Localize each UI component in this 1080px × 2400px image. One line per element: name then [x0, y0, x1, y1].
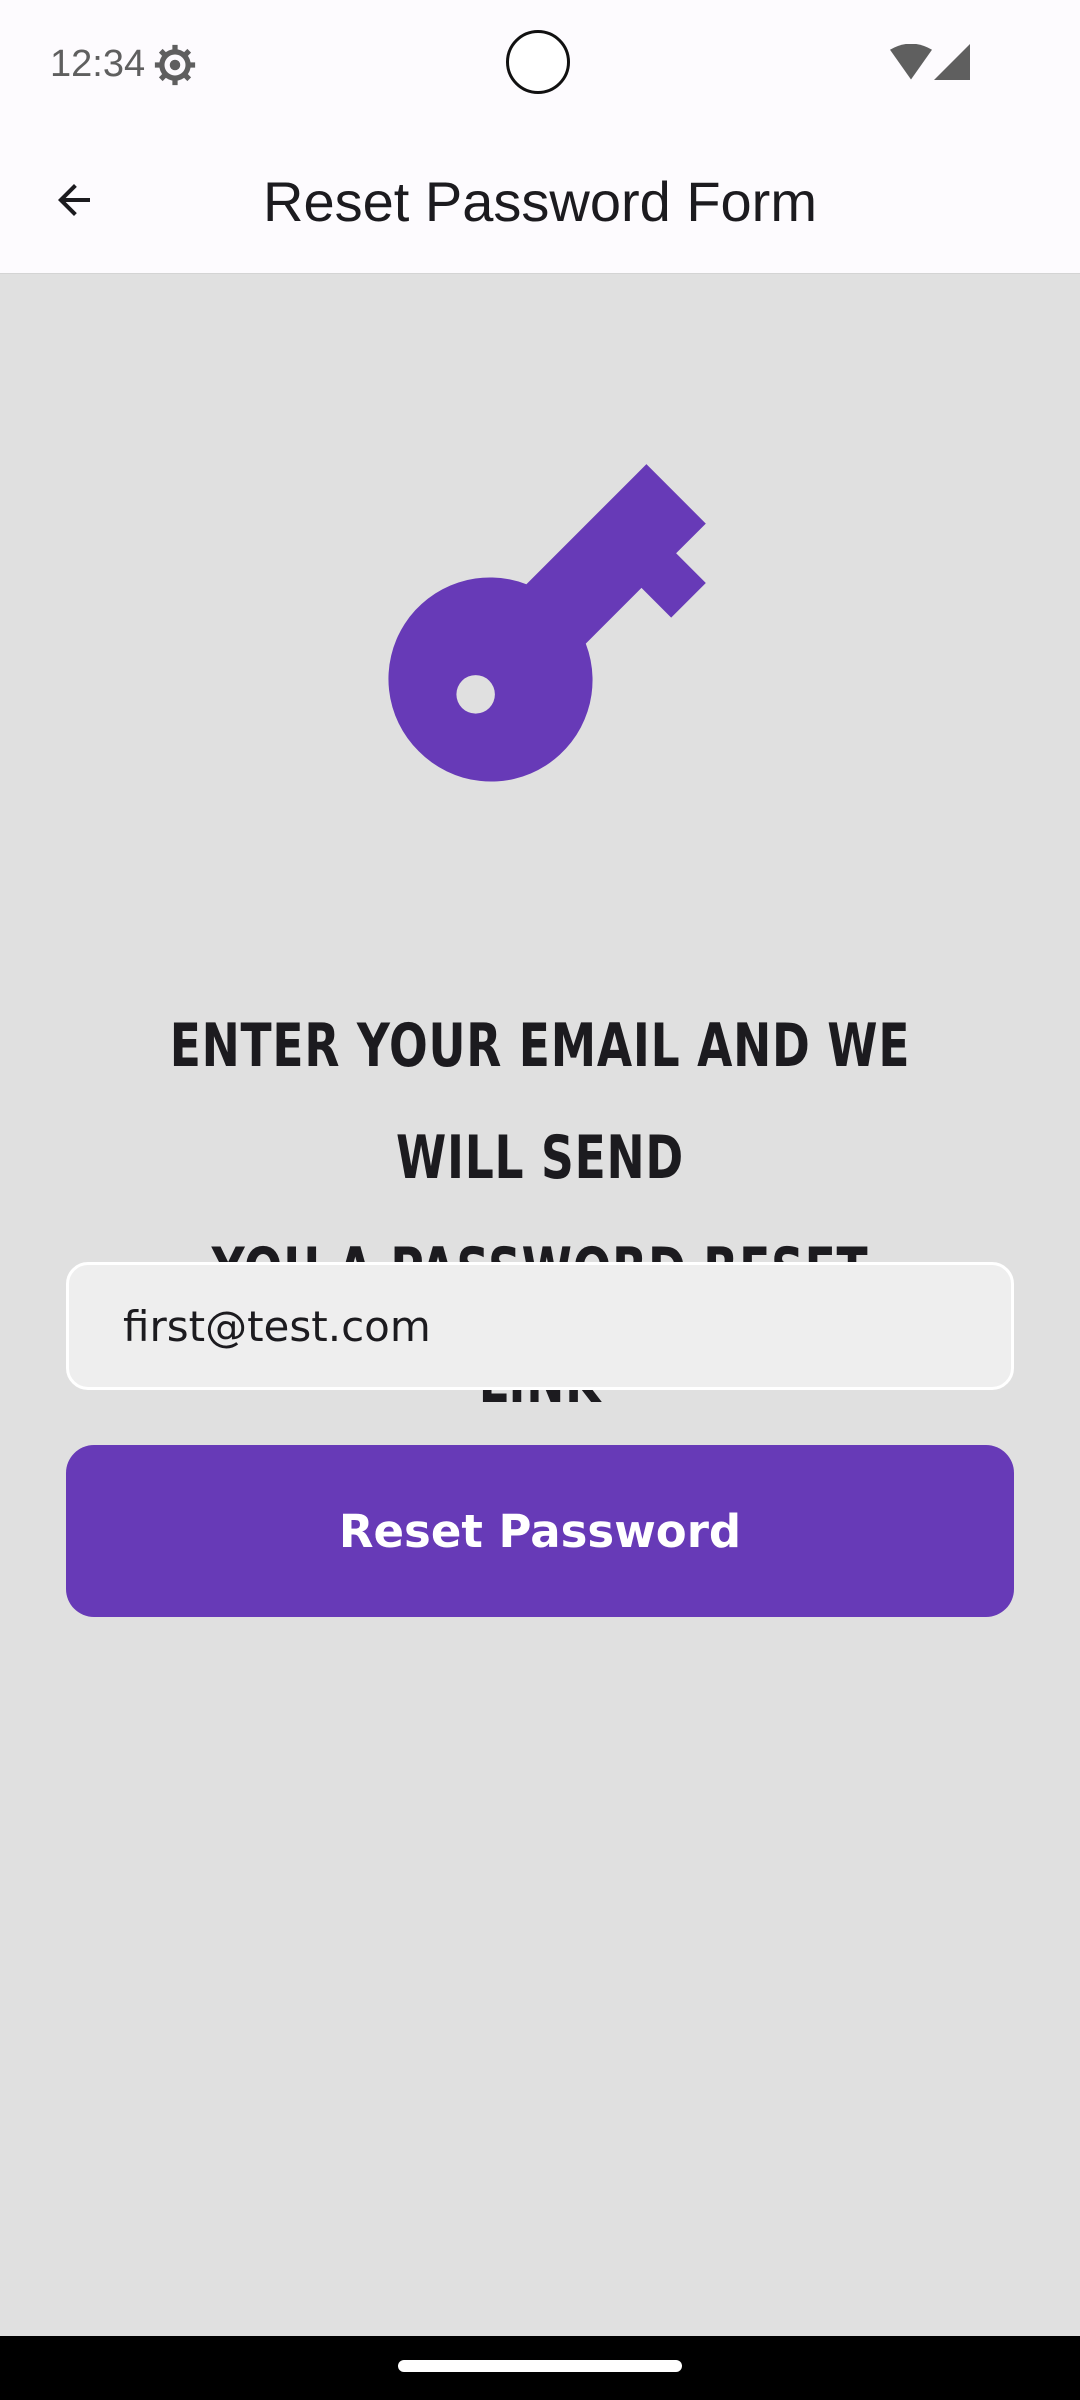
status-time: 12:34: [50, 43, 146, 85]
system-nav-bar: [0, 2336, 1080, 2400]
reset-password-button[interactable]: Reset Password: [66, 1445, 1014, 1617]
camera-cutout: [506, 30, 570, 94]
wifi-icon: [890, 44, 932, 80]
headline-line-1: ENTER YOUR EMAIL AND WE WILL SEND: [169, 1011, 911, 1193]
settings-gear-icon: [154, 44, 196, 86]
app-bar: Reset Password Form: [0, 132, 1080, 274]
status-bar: 12:34: [0, 0, 1080, 132]
email-field[interactable]: [66, 1262, 1014, 1390]
home-indicator[interactable]: [398, 2360, 682, 2372]
page-title: Reset Password Form: [263, 170, 817, 233]
cellular-signal-icon: [934, 44, 970, 80]
key-icon: [388, 464, 706, 782]
